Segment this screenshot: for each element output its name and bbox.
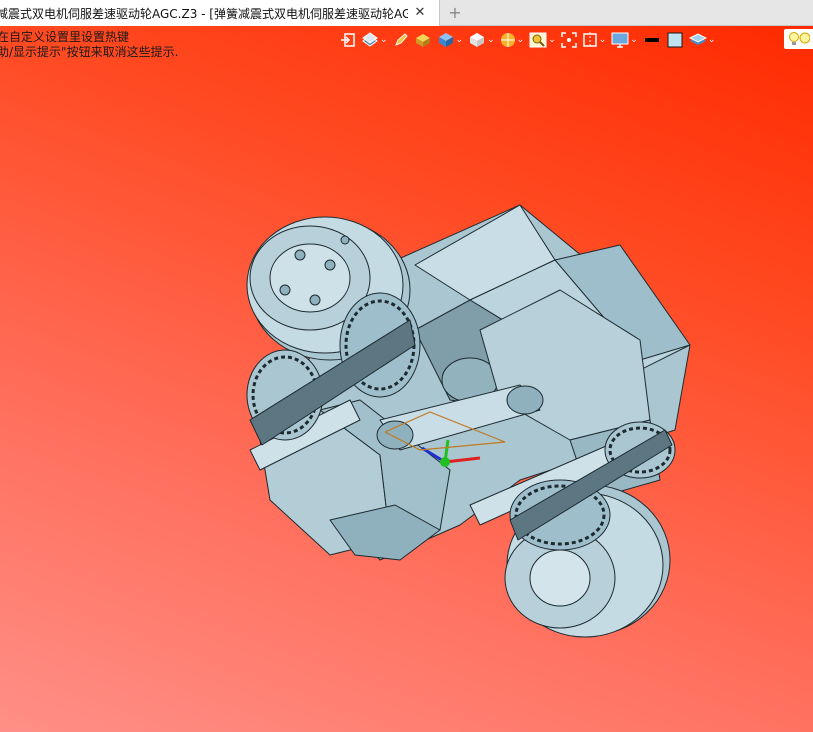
close-icon[interactable]: ✕ (412, 5, 428, 21)
view-toolbar: ⌄ ⌄ ⌄ ⌄ ⌄ ⌄ ⌄ ⌄ (340, 28, 720, 52)
line-color-tool[interactable] (643, 29, 661, 51)
agv-drive-wheel-model[interactable] (0, 26, 813, 732)
view-style-icon (362, 32, 378, 47)
line-color-icon (644, 38, 659, 42)
add-tab-icon[interactable]: + (446, 4, 464, 22)
render-sphere-icon (500, 33, 515, 47)
background-color-icon (667, 32, 683, 48)
layer-tool[interactable]: ⌄ (688, 29, 716, 51)
tab-bar: 减震式双电机伺服差速驱动轮AGC.Z3 - [弹簧减震式双电机伺服差速驱动轮AG… (0, 0, 813, 26)
cube-white-icon (470, 33, 485, 47)
display-monitor-icon (611, 32, 629, 48)
document-tab-title: 减震式双电机伺服差速驱动轮AGC.Z3 - [弹簧减震式双电机伺服差速驱动轮AG… (0, 6, 408, 21)
section-view-tool[interactable]: ⌄ (582, 29, 607, 51)
chevron-down-icon: ⌄ (516, 35, 525, 45)
display-monitor-tool[interactable]: ⌄ (611, 29, 638, 51)
document-tab[interactable]: 减震式双电机伺服差速驱动轮AGC.Z3 - [弹簧减震式双电机伺服差速驱动轮AG… (0, 0, 440, 26)
light-bulb-tool[interactable] (784, 29, 813, 49)
background-color-tool[interactable] (666, 29, 684, 51)
render-sphere-tool[interactable]: ⌄ (500, 29, 525, 51)
box-solid-icon (415, 34, 430, 47)
cube-blue-icon (438, 33, 453, 47)
light-bulb-icon (789, 32, 810, 45)
cube-blue-tool[interactable]: ⌄ (437, 29, 464, 51)
3d-viewport[interactable]: 在自定义设置里设置热键 助/显示提示"按钮来取消这些提示. ⌄ ⌄ ⌄ ⌄ ⌄ … (0, 26, 813, 732)
chevron-down-icon: ⌄ (630, 35, 638, 45)
magnifier-tool[interactable]: ⌄ (529, 29, 556, 51)
cad-window: 减震式双电机伺服差速驱动轮AGC.Z3 - [弹簧减震式双电机伺服差速驱动轮AG… (0, 0, 813, 732)
exit-icon (341, 33, 355, 47)
chevron-down-icon: ⌄ (487, 35, 495, 45)
box-solid-tool[interactable] (414, 29, 432, 51)
chevron-down-icon: ⌄ (548, 35, 556, 45)
zoom-fit-tool[interactable] (560, 29, 577, 51)
chevron-down-icon: ⌄ (598, 35, 607, 45)
view-style-tool[interactable]: ⌄ (361, 29, 388, 51)
exit-tool[interactable] (340, 29, 356, 51)
cube-white-tool[interactable]: ⌄ (468, 29, 495, 51)
layer-icon (688, 33, 707, 45)
magnifier-icon (529, 32, 547, 48)
pen-icon (394, 33, 408, 46)
chevron-down-icon: ⌄ (707, 35, 716, 45)
zoom-fit-icon (560, 32, 577, 48)
section-view-icon (582, 32, 597, 48)
pen-tool[interactable] (393, 29, 409, 51)
chevron-down-icon: ⌄ (455, 35, 464, 45)
chevron-down-icon: ⌄ (380, 35, 388, 45)
